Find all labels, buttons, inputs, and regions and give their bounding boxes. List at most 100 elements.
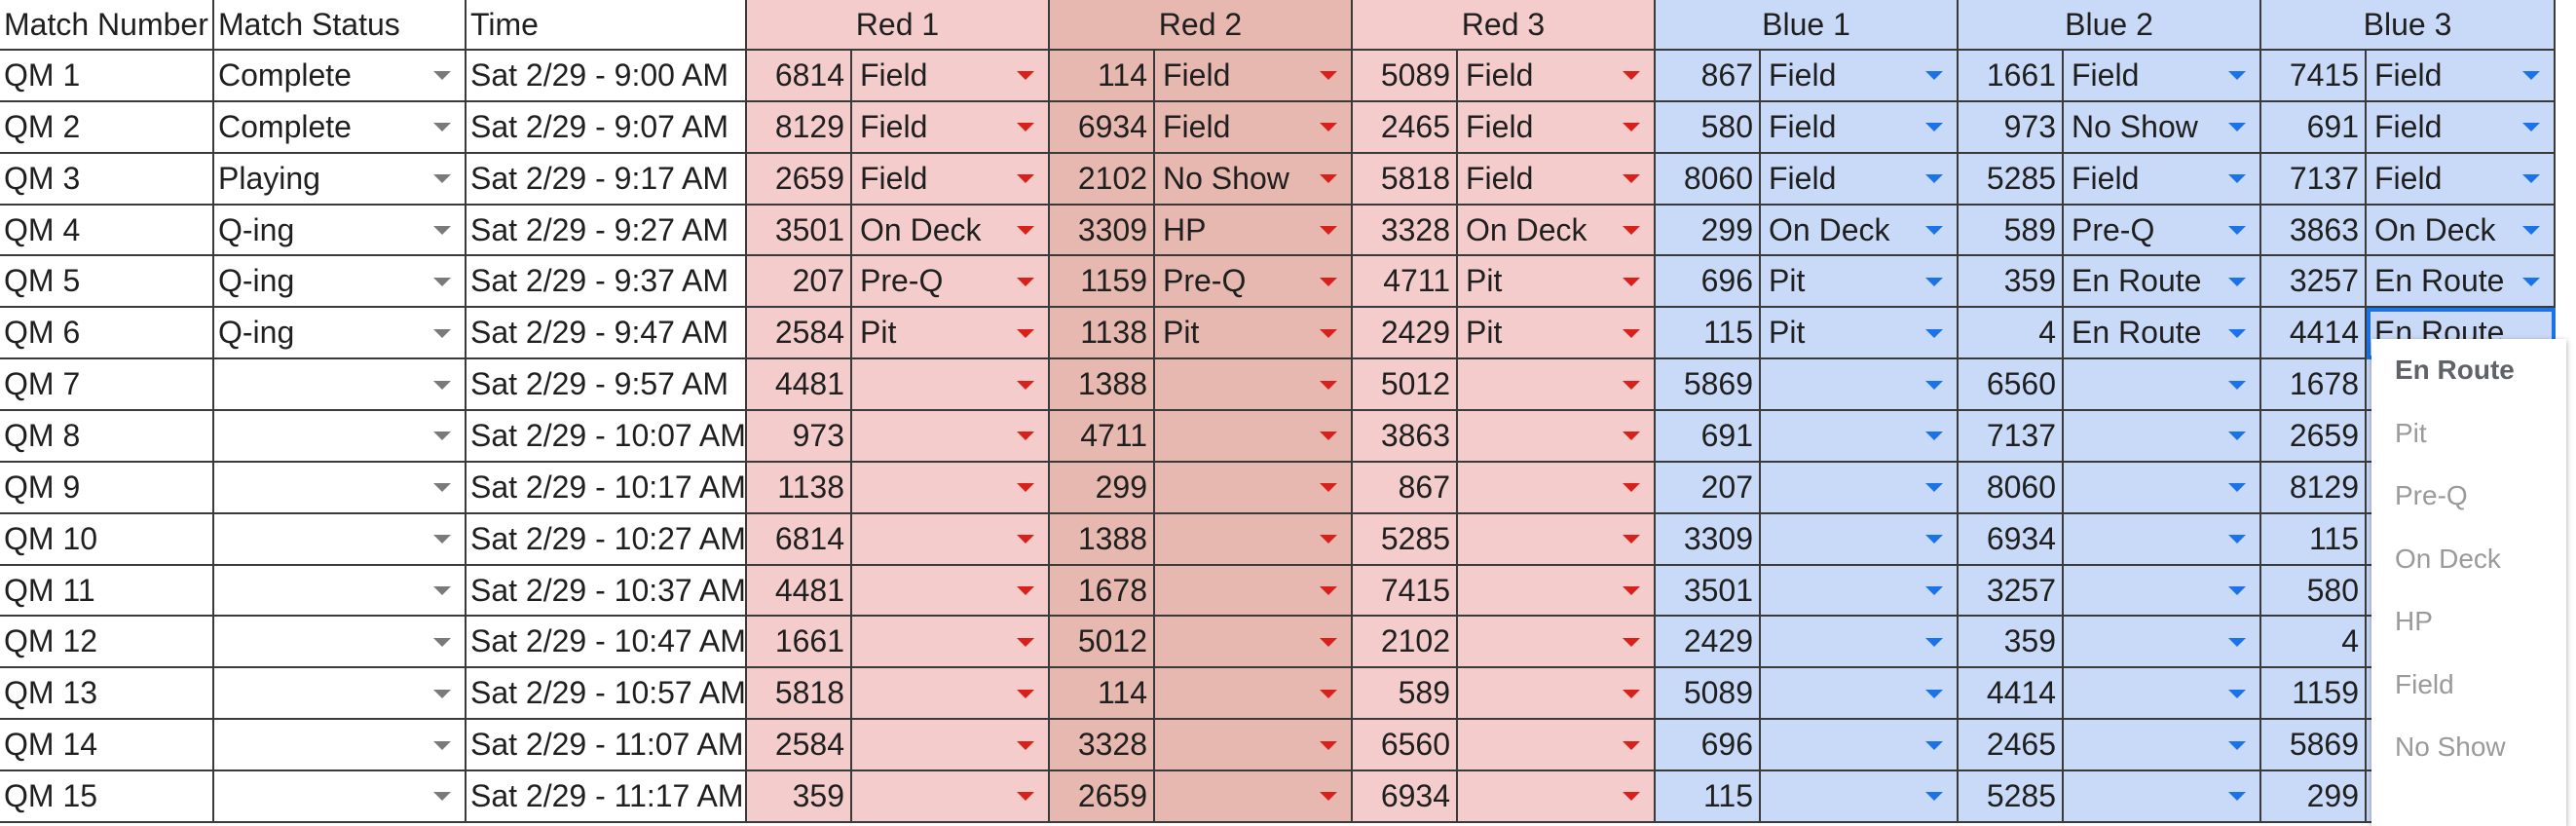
chevron-down-icon[interactable] xyxy=(1925,740,1943,750)
match-status-cell[interactable] xyxy=(214,720,467,772)
chevron-down-icon[interactable] xyxy=(1925,71,1943,81)
chevron-down-icon[interactable] xyxy=(1320,226,1337,235)
chevron-down-icon[interactable] xyxy=(433,123,451,132)
match-number-cell[interactable]: QM 13 xyxy=(0,668,214,721)
team-status-cell[interactable] xyxy=(2064,771,2261,823)
chevron-down-icon[interactable] xyxy=(1320,123,1337,132)
match-status-cell[interactable]: Q-ing xyxy=(214,205,467,257)
time-cell[interactable]: Sat 2/29 - 10:57 AM xyxy=(467,668,747,721)
team-number-cell[interactable]: 2429 xyxy=(1656,617,1761,669)
chevron-down-icon[interactable] xyxy=(433,432,451,441)
chevron-down-icon[interactable] xyxy=(2228,792,2246,802)
team-number-cell[interactable]: 7137 xyxy=(2261,153,2367,206)
chevron-down-icon[interactable] xyxy=(1925,689,1943,698)
team-number-cell[interactable]: 5285 xyxy=(1959,153,2064,206)
match-number-cell[interactable]: QM 6 xyxy=(0,308,214,360)
chevron-down-icon[interactable] xyxy=(1017,483,1034,493)
team-status-cell[interactable]: En Route xyxy=(2064,256,2261,309)
match-number-cell[interactable]: QM 11 xyxy=(0,565,214,618)
team-number-cell[interactable]: 1138 xyxy=(1050,308,1155,360)
team-status-cell[interactable]: Field xyxy=(852,101,1050,154)
chevron-down-icon[interactable] xyxy=(433,174,451,184)
chevron-down-icon[interactable] xyxy=(433,740,451,750)
team-status-cell[interactable] xyxy=(2064,513,2261,566)
chevron-down-icon[interactable] xyxy=(1017,226,1034,235)
chevron-down-icon[interactable] xyxy=(1017,71,1034,81)
match-status-cell[interactable] xyxy=(214,771,467,823)
team-number-cell[interactable]: 3257 xyxy=(2261,256,2367,309)
team-number-cell[interactable]: 2102 xyxy=(1050,153,1155,206)
team-status-cell[interactable] xyxy=(1155,617,1353,669)
chevron-down-icon[interactable] xyxy=(2522,277,2540,286)
time-cell[interactable]: Sat 2/29 - 9:00 AM xyxy=(467,51,747,102)
team-number-cell[interactable]: 2659 xyxy=(747,153,852,206)
chevron-down-icon[interactable] xyxy=(433,380,451,390)
team-status-cell[interactable] xyxy=(2064,359,2261,412)
time-cell[interactable]: Sat 2/29 - 10:47 AM xyxy=(467,617,747,669)
team-number-cell[interactable]: 8060 xyxy=(1959,462,2064,514)
chevron-down-icon[interactable] xyxy=(433,71,451,81)
match-status-cell[interactable] xyxy=(214,513,467,566)
team-status-cell[interactable] xyxy=(1458,668,1656,721)
team-status-cell[interactable] xyxy=(1458,513,1656,566)
chevron-down-icon[interactable] xyxy=(2228,535,2246,544)
team-status-cell[interactable] xyxy=(852,411,1050,463)
chevron-down-icon[interactable] xyxy=(2522,226,2540,235)
chevron-down-icon[interactable] xyxy=(1623,71,1640,81)
team-status-cell[interactable]: Field xyxy=(2367,153,2556,206)
match-status-cell[interactable] xyxy=(214,668,467,721)
match-number-cell[interactable]: QM 8 xyxy=(0,411,214,463)
chevron-down-icon[interactable] xyxy=(2228,174,2246,184)
match-status-cell[interactable]: Playing xyxy=(214,153,467,206)
team-number-cell[interactable]: 580 xyxy=(2261,565,2367,618)
chevron-down-icon[interactable] xyxy=(1925,535,1943,544)
team-number-cell[interactable]: 589 xyxy=(1959,205,2064,257)
team-number-cell[interactable]: 4711 xyxy=(1050,411,1155,463)
team-number-cell[interactable]: 4711 xyxy=(1353,256,1458,309)
chevron-down-icon[interactable] xyxy=(1017,586,1034,596)
team-status-cell[interactable] xyxy=(852,462,1050,514)
team-status-cell[interactable] xyxy=(1761,771,1959,823)
team-status-cell[interactable]: Field xyxy=(1155,51,1353,102)
chevron-down-icon[interactable] xyxy=(433,226,451,235)
match-status-cell[interactable]: Complete xyxy=(214,101,467,154)
team-number-cell[interactable]: 207 xyxy=(1656,462,1761,514)
team-number-cell[interactable]: 2465 xyxy=(1353,101,1458,154)
team-number-cell[interactable]: 4 xyxy=(2261,617,2367,669)
team-number-cell[interactable]: 3863 xyxy=(2261,205,2367,257)
team-status-cell[interactable] xyxy=(1155,359,1353,412)
chevron-down-icon[interactable] xyxy=(1925,637,1943,647)
team-number-cell[interactable]: 299 xyxy=(1656,205,1761,257)
team-number-cell[interactable]: 359 xyxy=(1959,256,2064,309)
team-number-cell[interactable]: 867 xyxy=(1656,51,1761,102)
chevron-down-icon[interactable] xyxy=(1925,483,1943,493)
time-cell[interactable]: Sat 2/29 - 11:17 AM xyxy=(467,771,747,823)
team-status-cell[interactable] xyxy=(852,359,1050,412)
time-cell[interactable]: Sat 2/29 - 9:27 AM xyxy=(467,205,747,257)
team-number-cell[interactable]: 2659 xyxy=(2261,411,2367,463)
chevron-down-icon[interactable] xyxy=(1925,792,1943,802)
chevron-down-icon[interactable] xyxy=(1017,637,1034,647)
chevron-down-icon[interactable] xyxy=(1925,123,1943,132)
match-number-cell[interactable]: QM 15 xyxy=(0,771,214,823)
chevron-down-icon[interactable] xyxy=(1623,226,1640,235)
team-status-cell[interactable]: Pre-Q xyxy=(852,256,1050,309)
chevron-down-icon[interactable] xyxy=(433,483,451,493)
chevron-down-icon[interactable] xyxy=(1017,432,1034,441)
chevron-down-icon[interactable] xyxy=(433,277,451,286)
chevron-down-icon[interactable] xyxy=(1623,277,1640,286)
team-number-cell[interactable]: 3328 xyxy=(1353,205,1458,257)
match-number-cell[interactable]: QM 1 xyxy=(0,51,214,102)
team-number-cell[interactable]: 1138 xyxy=(747,462,852,514)
team-number-cell[interactable]: 4481 xyxy=(747,565,852,618)
chevron-down-icon[interactable] xyxy=(2228,689,2246,698)
team-status-cell[interactable]: Field xyxy=(2064,51,2261,102)
team-number-cell[interactable]: 8129 xyxy=(747,101,852,154)
team-number-cell[interactable]: 6560 xyxy=(1353,720,1458,772)
match-number-cell[interactable]: QM 5 xyxy=(0,256,214,309)
team-number-cell[interactable]: 5089 xyxy=(1656,668,1761,721)
team-status-cell[interactable] xyxy=(1155,668,1353,721)
match-status-cell[interactable] xyxy=(214,462,467,514)
team-number-cell[interactable]: 691 xyxy=(1656,411,1761,463)
chevron-down-icon[interactable] xyxy=(1017,689,1034,698)
